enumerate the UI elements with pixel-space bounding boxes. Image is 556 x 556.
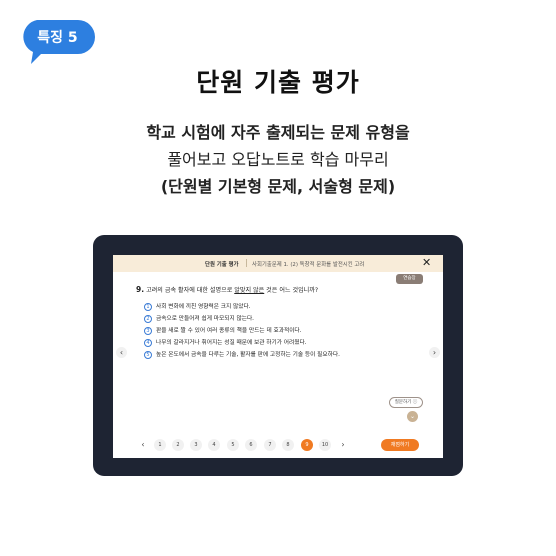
page-button-10[interactable]: 10 [319,439,331,451]
ask-question-button[interactable]: 질문하기 ⓘ [389,397,423,408]
header-divider [246,259,247,267]
answer-option-5[interactable]: 5 높은 온도에서 금속을 다루는 기술, 활자를 판에 고정하는 기술 등이 필… [144,349,340,359]
option-number-icon: 4 [144,338,152,347]
next-question-arrow-icon[interactable]: › [429,347,440,358]
page-button-9-active[interactable]: 9 [301,439,313,451]
page-button-2[interactable]: 2 [172,439,184,451]
close-icon[interactable]: ✕ [422,256,431,269]
question-number: 9. [136,285,145,294]
page-button-4[interactable]: 4 [208,439,220,451]
description-line-2: 풀어보고 오답노트로 학습 마무리 [167,150,389,169]
page-button-8[interactable]: 8 [282,439,294,451]
page-button-7[interactable]: 7 [264,439,276,451]
answer-option-2[interactable]: 2 금속으로 만들어져 쉽게 마모되지 않는다. [144,313,254,323]
option-text: 사회 변화에 끼친 영향력은 크지 않았다. [156,304,251,310]
description-line-3: (단원별 기본형 문제, 서술형 문제) [160,177,396,196]
prev-question-arrow-icon[interactable]: ‹ [116,347,127,358]
option-number-icon: 2 [144,314,152,323]
tablet-screen: 단원 기출 평가 사회기출문제 1. (2) 독창적 문화를 발전시킨 고려 ✕… [113,255,443,458]
page-title: 단원 기출 평가 [196,68,360,97]
question-text: 9. 고려의 금속 활자에 대한 설명으로 알맞지 않은 것은 어느 것입니까? [136,285,318,294]
feature-badge: 특징 5 [19,18,96,66]
option-number-icon: 5 [144,350,152,359]
question-text-underlined: 알맞지 않은 [234,287,265,294]
question-text-part-1: 고려의 금속 활자에 대한 설명으로 [146,287,235,294]
option-text: 나무의 갈라지거나 휘어지는 성질 때문에 보관 하기가 어려웠다. [156,340,307,346]
answer-option-1[interactable]: 1 사회 변화에 끼친 영향력은 크지 않았다. [144,301,251,311]
page-button-1[interactable]: 1 [154,439,166,451]
description-line-1: 학교 시험에 자주 출제되는 문제 유형을 [146,123,410,142]
practice-pad-button[interactable]: 연습장 [396,274,423,284]
option-number-icon: 3 [144,326,152,335]
page-next-icon[interactable]: › [337,439,349,451]
question-text-part-2: 것은 어느 것입니까? [264,287,319,294]
answer-option-3[interactable]: 3 판을 새로 짤 수 있어 여러 종류의 책을 만드는 데 효과적이다. [144,325,301,335]
answer-option-4[interactable]: 4 나무의 갈라지거나 휘어지는 성질 때문에 보관 하기가 어려웠다. [144,337,307,347]
feature-badge-label: 특징 5 [37,30,78,46]
page-prev-icon[interactable]: ‹ [137,439,149,451]
page-button-6[interactable]: 6 [245,439,257,451]
option-text: 판을 새로 짤 수 있어 여러 종류의 책을 만드는 데 효과적이다. [156,328,302,334]
option-number-icon: 1 [144,302,152,311]
option-text: 높은 온도에서 금속을 다루는 기술, 활자를 판에 고정하는 기술 등이 필요… [156,352,340,358]
quiz-header-subtitle: 사회기출문제 1. (2) 독창적 문화를 발전시킨 고려 [252,262,365,268]
option-text: 금속으로 만들어져 쉽게 마모되지 않는다. [156,316,254,322]
page-button-3[interactable]: 3 [190,439,202,451]
quiz-header: 단원 기출 평가 사회기출문제 1. (2) 독창적 문화를 발전시킨 고려 ✕ [113,255,443,272]
chevron-down-icon[interactable]: ⌄ [407,411,418,422]
quiz-header-title: 단원 기출 평가 [205,262,239,268]
page-button-5[interactable]: 5 [227,439,239,451]
regrade-button[interactable]: 재점하기 [381,439,419,451]
